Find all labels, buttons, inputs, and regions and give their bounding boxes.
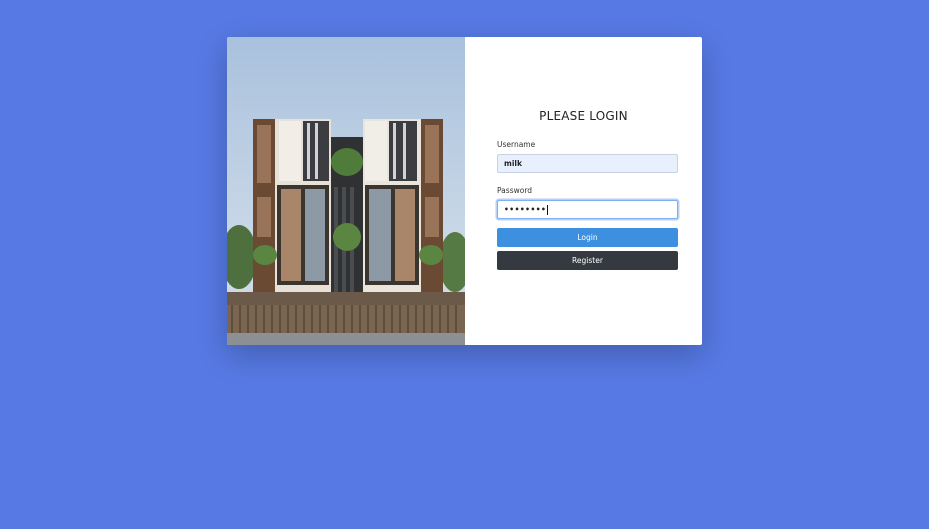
username-label: Username	[497, 140, 536, 149]
password-value: ••••••••	[504, 205, 547, 214]
register-button[interactable]: Register	[497, 251, 678, 270]
login-title: PLEASE LOGIN	[539, 109, 628, 123]
login-form: PLEASE LOGIN Username milk Password ••••…	[465, 37, 702, 345]
password-label: Password	[497, 186, 533, 195]
text-caret	[547, 205, 549, 215]
password-input[interactable]: ••••••••	[497, 200, 678, 219]
username-value: milk	[504, 159, 522, 168]
login-button[interactable]: Login	[497, 228, 678, 247]
building-photo	[227, 37, 465, 345]
login-card: PLEASE LOGIN Username milk Password ••••…	[227, 37, 702, 345]
username-input[interactable]: milk	[497, 154, 678, 173]
